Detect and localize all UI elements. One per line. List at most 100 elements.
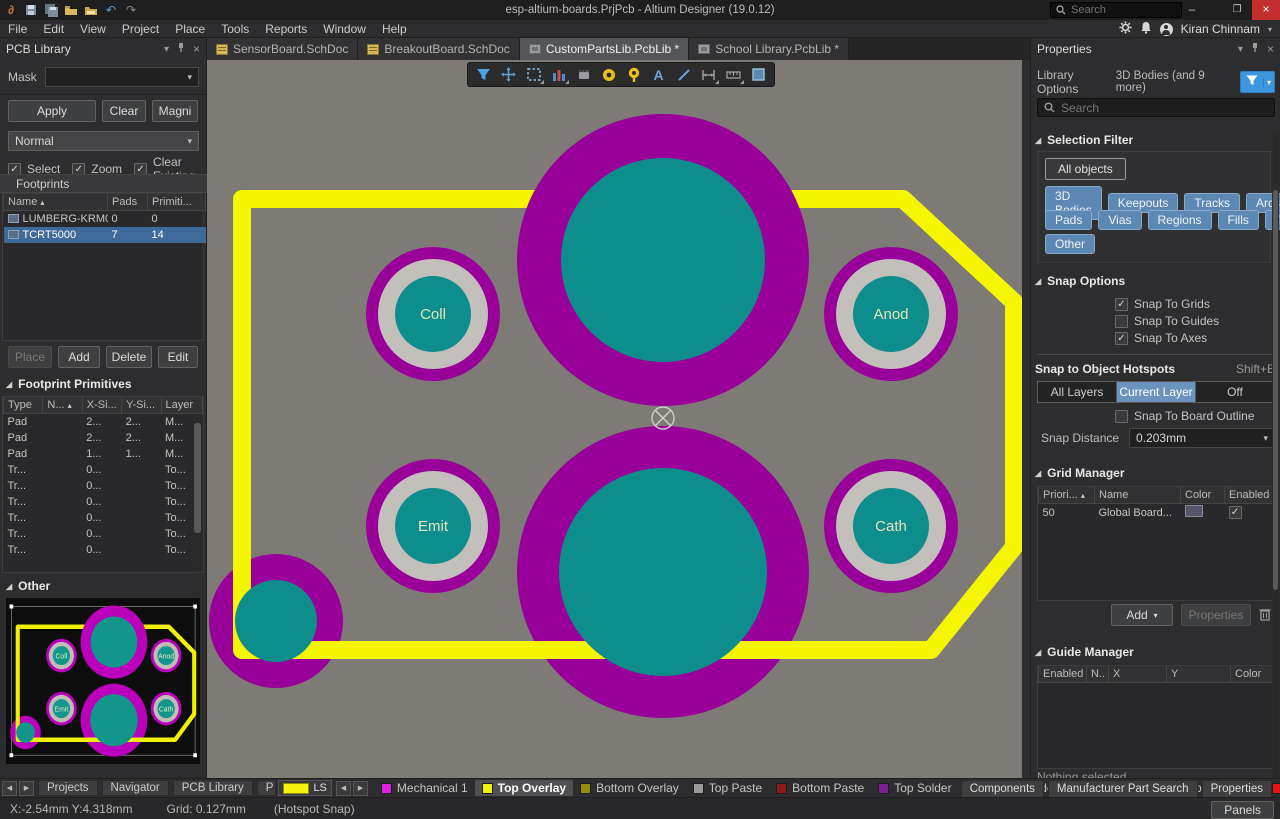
prim-col-name[interactable]: N... ▴ bbox=[43, 397, 82, 414]
prim-col-type[interactable]: Type bbox=[4, 397, 43, 414]
primitive-row[interactable]: Tr...0...To... bbox=[4, 478, 203, 494]
notifications-bell-icon[interactable] bbox=[1140, 21, 1152, 37]
properties-search[interactable] bbox=[1037, 98, 1275, 117]
menu-window[interactable]: Window bbox=[315, 20, 374, 38]
grid-row[interactable]: 50 Global Board... bbox=[1039, 504, 1277, 522]
filter-chip-regions[interactable]: Regions bbox=[1148, 210, 1212, 230]
pad-stack-icon[interactable] bbox=[547, 64, 570, 85]
grid-delete-trash-icon[interactable] bbox=[1259, 607, 1271, 624]
tab-manufacturer-part-search[interactable]: Manufacturer Part Search bbox=[1048, 780, 1198, 797]
panel-close-icon[interactable]: × bbox=[1267, 42, 1274, 56]
all-objects-button[interactable]: All objects bbox=[1045, 158, 1126, 180]
tab-breakoutboard[interactable]: BreakoutBoard.SchDoc bbox=[358, 38, 519, 60]
primitives-scrollbar[interactable] bbox=[193, 415, 202, 572]
tab-custompartslib[interactable]: CustomPartsLib.PcbLib * bbox=[520, 38, 689, 60]
panel-pin-icon[interactable] bbox=[1251, 43, 1259, 56]
tab-sensorboard[interactable]: SensorBoard.SchDoc bbox=[207, 38, 358, 60]
guide-col-name[interactable]: N.. bbox=[1087, 666, 1109, 683]
pcb-editor-canvas[interactable]: Coll Anod Emit Cath bbox=[207, 60, 1022, 778]
panel-dropdown-icon[interactable]: ▾ bbox=[164, 44, 169, 55]
footprint-row[interactable]: LUMBERG-KRM08 0 0 bbox=[4, 211, 206, 227]
primitive-row[interactable]: Pad2...2...M... bbox=[4, 430, 203, 446]
user-name[interactable]: Kiran Chinnam bbox=[1181, 22, 1260, 36]
layer-tabs-scroll-left-icon[interactable]: ◀ bbox=[336, 781, 351, 796]
filter-chip-fills[interactable]: Fills bbox=[1218, 210, 1259, 230]
layer-tab-mechanical-1[interactable]: Mechanical 1 bbox=[374, 780, 475, 796]
menu-reports[interactable]: Reports bbox=[257, 20, 315, 38]
grid-color-swatch[interactable] bbox=[1185, 505, 1203, 517]
mode-dropdown[interactable]: Normal ▾ bbox=[8, 131, 199, 151]
tab-school-library[interactable]: School Library.PcbLib * bbox=[689, 38, 849, 60]
panel-tabs-scroll-left-icon[interactable]: ◀ bbox=[2, 781, 17, 796]
guide-col-y[interactable]: Y bbox=[1167, 666, 1231, 683]
fp-col-name[interactable]: Name ▴ bbox=[4, 194, 108, 211]
primitive-row[interactable]: Tr...0...To... bbox=[4, 462, 203, 478]
snap-to-guides-checkbox[interactable] bbox=[1115, 315, 1128, 328]
maximize-button[interactable]: ❐ bbox=[1222, 0, 1252, 20]
clear-button[interactable]: Clear bbox=[102, 100, 146, 122]
layer-tab-bottom-paste[interactable]: Bottom Paste bbox=[769, 780, 871, 796]
panel-pin-icon[interactable] bbox=[177, 43, 185, 56]
menu-help[interactable]: Help bbox=[374, 20, 415, 38]
filter-chip-pads[interactable]: Pads bbox=[1045, 210, 1092, 230]
menu-place[interactable]: Place bbox=[167, 20, 213, 38]
primitive-row[interactable]: Pad2...2...M... bbox=[4, 414, 203, 430]
footprint-primitives-section-header[interactable]: ◢ Footprint Primitives bbox=[0, 377, 207, 391]
menu-project[interactable]: Project bbox=[114, 20, 167, 38]
snap-to-axes-checkbox[interactable] bbox=[1115, 332, 1128, 345]
layer-set-chip[interactable]: LS bbox=[278, 780, 331, 796]
panels-button[interactable]: Panels bbox=[1211, 801, 1274, 819]
footprint-row-selected[interactable]: TCRT5000 7 14 bbox=[4, 227, 206, 243]
properties-search-input[interactable] bbox=[1061, 101, 1241, 115]
layer-tab-top-solder[interactable]: Top Solder bbox=[871, 780, 958, 796]
component-icon[interactable] bbox=[572, 64, 595, 85]
guide-col-x[interactable]: X bbox=[1109, 666, 1167, 683]
primitive-row[interactable]: Tr...0...To... bbox=[4, 494, 203, 510]
mask-dropdown[interactable]: ▾ bbox=[45, 67, 199, 87]
grid-col-color[interactable]: Color bbox=[1181, 487, 1225, 504]
global-search-input[interactable] bbox=[1071, 4, 1171, 16]
segment-off[interactable]: Off bbox=[1196, 382, 1274, 402]
other-section-header[interactable]: ◢ Other bbox=[0, 579, 207, 593]
panel-close-icon[interactable]: × bbox=[193, 42, 200, 56]
layer-tabs-scroll-right-icon[interactable]: ▶ bbox=[353, 781, 368, 796]
user-menu-caret-icon[interactable]: ▾ bbox=[1268, 25, 1272, 34]
pad-emitter[interactable]: Emit bbox=[366, 459, 500, 593]
pad-anode[interactable]: Anod bbox=[824, 247, 958, 381]
fp-col-pads[interactable]: Pads bbox=[108, 194, 148, 211]
snap-options-section-header[interactable]: ◢ Snap Options bbox=[1035, 274, 1125, 288]
guide-col-color[interactable]: Color bbox=[1231, 666, 1277, 683]
grid-enabled-checkbox[interactable] bbox=[1229, 506, 1242, 519]
layer-tab-top-overlay[interactable]: Top Overlay bbox=[475, 780, 573, 796]
menu-tools[interactable]: Tools bbox=[213, 20, 257, 38]
string-text-icon[interactable]: A bbox=[647, 64, 670, 85]
panel-tabs-scroll-right-icon[interactable]: ▶ bbox=[19, 781, 34, 796]
primitive-row[interactable]: Tr...0...To... bbox=[4, 526, 203, 542]
primitive-row[interactable]: Tr...0...To... bbox=[4, 542, 203, 558]
snap-distance-dropdown[interactable]: 0.203mm ▾ bbox=[1129, 428, 1275, 448]
add-footprint-button[interactable]: Add bbox=[58, 346, 100, 368]
filter-chip-vias[interactable]: Vias bbox=[1098, 210, 1141, 230]
panel-dropdown-icon[interactable]: ▾ bbox=[1238, 44, 1243, 55]
grid-properties-button[interactable]: Properties bbox=[1181, 604, 1251, 626]
primitive-row[interactable]: Pad1...1...M... bbox=[4, 446, 203, 462]
prim-col-ysize[interactable]: Y-Si... bbox=[122, 397, 161, 414]
primitive-row[interactable]: Tr...0...To... bbox=[4, 510, 203, 526]
panel-tab-navigator[interactable]: Navigator bbox=[102, 780, 169, 796]
magnify-button[interactable]: Magni bbox=[152, 100, 198, 122]
line-icon[interactable] bbox=[672, 64, 695, 85]
move-icon[interactable] bbox=[497, 64, 520, 85]
filter-icon[interactable] bbox=[472, 64, 495, 85]
segment-current-layer[interactable]: Current Layer bbox=[1117, 382, 1196, 402]
guide-manager-section-header[interactable]: ◢ Guide Manager bbox=[1035, 645, 1134, 659]
pad-collector[interactable]: Coll bbox=[366, 247, 500, 381]
panel-tab-projects[interactable]: Projects bbox=[38, 780, 98, 796]
close-button[interactable]: × bbox=[1252, 0, 1280, 20]
place-button[interactable]: Place bbox=[8, 346, 52, 368]
dimension-icon[interactable] bbox=[697, 64, 720, 85]
layer-tab-bottom-overlay[interactable]: Bottom Overlay bbox=[573, 780, 686, 796]
grid-add-button[interactable]: Add▾ bbox=[1111, 604, 1173, 626]
prim-col-layer[interactable]: Layer bbox=[161, 397, 203, 414]
fp-col-primitives[interactable]: Primiti... bbox=[148, 194, 206, 211]
menu-view[interactable]: View bbox=[72, 20, 114, 38]
